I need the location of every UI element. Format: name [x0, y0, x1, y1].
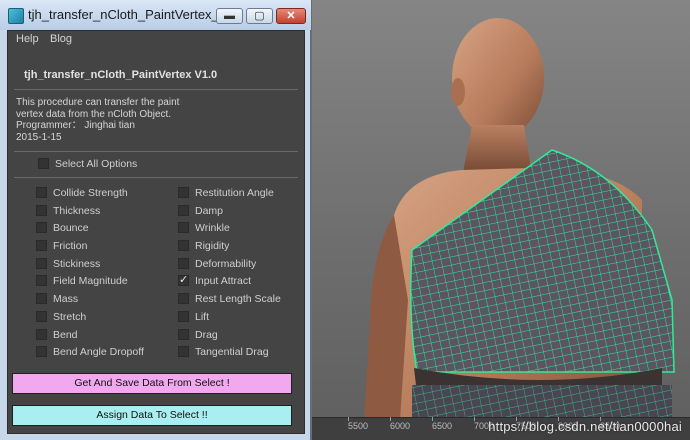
checkbox[interactable]: [36, 292, 47, 304]
option-bend-angle-dropoff[interactable]: Bend Angle Dropoff: [36, 345, 144, 360]
option-field-magnitude[interactable]: Field Magnitude: [36, 274, 128, 289]
option-bend[interactable]: Bend: [36, 328, 78, 343]
checkbox[interactable]: [178, 310, 189, 322]
option-label: Bounce: [53, 222, 89, 235]
option-label: Drag: [195, 329, 218, 342]
checkbox[interactable]: [36, 221, 47, 233]
checkbox[interactable]: [36, 345, 47, 357]
option-tangential-drag[interactable]: Tangential Drag: [178, 345, 269, 360]
tool-description: This procedure can transfer the paint ve…: [16, 97, 296, 143]
option-label: Friction: [53, 240, 88, 253]
select-all-option[interactable]: Select All Options: [38, 157, 138, 172]
menu-bar: Help Blog: [8, 31, 304, 51]
checkbox[interactable]: [36, 274, 47, 286]
checkbox[interactable]: [178, 186, 189, 198]
watermark: https://blog.csdn.net/tian0000hai: [488, 419, 682, 434]
select-all-label: Select All Options: [55, 158, 138, 171]
app-icon: [8, 8, 24, 24]
separator: [14, 177, 298, 178]
checkbox[interactable]: [36, 257, 47, 269]
option-rigidity[interactable]: Rigidity: [178, 239, 230, 254]
desc-line: vertex data from the nCloth Object.: [16, 108, 172, 120]
checkbox[interactable]: [178, 221, 189, 233]
option-input-attract[interactable]: Input Attract: [178, 273, 252, 289]
option-label: Rest Length Scale: [195, 293, 281, 306]
maximize-button[interactable]: ▢: [246, 8, 273, 24]
minimize-button[interactable]: ▬: [216, 8, 243, 24]
checkbox[interactable]: [178, 204, 189, 216]
checkbox[interactable]: [178, 257, 189, 269]
checkbox[interactable]: [36, 186, 47, 198]
option-bounce[interactable]: Bounce: [36, 221, 89, 236]
option-stickiness[interactable]: Stickiness: [36, 257, 101, 272]
checkbox[interactable]: [178, 345, 189, 357]
option-restitution-angle[interactable]: Restitution Angle: [178, 186, 274, 201]
select-all-checkbox[interactable]: [38, 157, 49, 169]
menu-blog[interactable]: Blog: [50, 33, 72, 45]
option-friction[interactable]: Friction: [36, 239, 88, 254]
ruler-tick: 6000: [390, 417, 411, 431]
option-stretch[interactable]: Stretch: [36, 310, 87, 325]
option-label: Bend: [53, 329, 78, 342]
desc-line: Programmer： Jinghai tian: [16, 120, 135, 131]
option-damp[interactable]: Damp: [178, 204, 224, 219]
separator: [14, 151, 298, 152]
option-label: Rigidity: [195, 240, 230, 253]
menu-help[interactable]: Help: [16, 33, 39, 45]
option-mass[interactable]: Mass: [36, 292, 79, 307]
option-deformability[interactable]: Deformability: [178, 257, 257, 272]
option-collide-strength[interactable]: Collide Strength: [36, 186, 128, 201]
assign-data-button[interactable]: Assign Data To Select !!: [12, 405, 292, 426]
option-label: Collide Strength: [53, 187, 128, 200]
option-rest-length-scale[interactable]: Rest Length Scale: [178, 292, 281, 307]
checkbox-checked[interactable]: [178, 273, 189, 286]
checkbox[interactable]: [36, 239, 47, 251]
head-shape: [452, 18, 544, 138]
option-wrinkle[interactable]: Wrinkle: [178, 221, 230, 236]
close-button[interactable]: ✕: [276, 8, 306, 24]
option-thickness[interactable]: Thickness: [36, 204, 101, 219]
desc-line: This procedure can transfer the paint: [16, 97, 180, 108]
checkbox[interactable]: [178, 292, 189, 304]
option-label: Deformability: [195, 258, 257, 271]
option-lift[interactable]: Lift: [178, 310, 210, 325]
checkbox[interactable]: [178, 328, 189, 340]
title-bar[interactable]: tjh_transfer_nCloth_PaintVertex_t... ▬ ▢…: [0, 0, 311, 30]
checkbox[interactable]: [178, 239, 189, 251]
option-label: Damp: [195, 205, 224, 218]
separator: [14, 89, 298, 90]
get-and-save-data-button[interactable]: Get And Save Data From Select !: [12, 373, 292, 394]
maya-viewport[interactable]: 5500 6000 6500 7000 7500 8000 8500 https…: [312, 0, 690, 440]
option-drag[interactable]: Drag: [178, 328, 218, 343]
checkbox[interactable]: [36, 204, 47, 216]
ruler-tick: 5500: [348, 417, 369, 431]
character-render: [364, 18, 675, 420]
option-label: Wrinkle: [195, 222, 230, 235]
option-label: Tangential Drag: [195, 346, 269, 359]
option-label: Thickness: [53, 205, 101, 218]
option-label: Restitution Angle: [195, 187, 274, 200]
window-title: tjh_transfer_nCloth_PaintVertex_t...: [28, 7, 234, 22]
ruler-tick: 6500: [432, 417, 453, 431]
option-label: Input Attract: [195, 275, 252, 288]
tool-panel: Help Blog tjh_transfer_nCloth_PaintVerte…: [7, 30, 305, 434]
option-label: Bend Angle Dropoff: [53, 346, 144, 359]
desc-line: 2015-1-15: [16, 131, 62, 143]
checkbox[interactable]: [36, 328, 47, 340]
tool-window: tjh_transfer_nCloth_PaintVertex_t... ▬ ▢…: [0, 0, 311, 440]
option-label: Stretch: [53, 311, 87, 324]
option-label: Field Magnitude: [53, 275, 128, 288]
option-label: Mass: [53, 293, 79, 306]
tool-heading: tjh_transfer_nCloth_PaintVertex V1.0: [24, 69, 218, 81]
option-label: Lift: [195, 311, 210, 324]
option-label: Stickiness: [53, 258, 101, 271]
checkbox[interactable]: [36, 310, 47, 322]
